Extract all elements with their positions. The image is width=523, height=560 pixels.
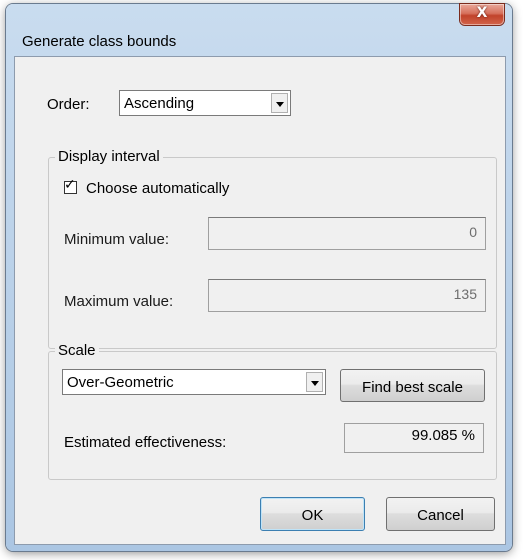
scale-legend: Scale xyxy=(55,342,99,359)
order-dropdown-value: Ascending xyxy=(124,95,195,112)
chevron-down-icon[interactable] xyxy=(306,372,323,392)
close-icon: X xyxy=(476,5,488,21)
estimated-effectiveness-value: 99.085 % xyxy=(411,427,475,444)
display-interval-legend: Display interval xyxy=(55,148,163,165)
choose-automatically-checkbox[interactable]: ✓ xyxy=(64,177,77,194)
order-dropdown[interactable]: Ascending xyxy=(119,90,291,116)
ok-button[interactable]: OK xyxy=(260,497,365,531)
find-best-scale-label: Find best scale xyxy=(362,379,463,396)
checkmark-icon: ✓ xyxy=(64,177,76,193)
scale-dropdown-value: Over-Geometric xyxy=(67,374,174,391)
maximum-value-field[interactable]: 135 xyxy=(208,279,486,312)
estimated-effectiveness-field: 99.085 % xyxy=(344,423,484,453)
scale-group: Scale Over-Geometric Find best scale Est… xyxy=(48,342,497,480)
estimated-effectiveness-label: Estimated effectiveness: xyxy=(64,434,227,451)
minimum-value-text: 0 xyxy=(469,224,477,240)
minimum-value-field[interactable]: 0 xyxy=(208,217,486,250)
scale-dropdown[interactable]: Over-Geometric xyxy=(62,369,326,395)
minimum-value-label: Minimum value: xyxy=(64,231,170,248)
cancel-button[interactable]: Cancel xyxy=(386,497,495,531)
dialog-window: Generate class bounds X Order: Ascending… xyxy=(6,4,512,551)
cancel-button-label: Cancel xyxy=(417,507,464,524)
find-best-scale-button[interactable]: Find best scale xyxy=(340,369,485,402)
maximum-value-label: Maximum value: xyxy=(64,293,174,310)
display-interval-group: Display interval ✓ Choose automatically … xyxy=(48,148,497,349)
ok-button-label: OK xyxy=(301,507,324,524)
dialog-title: Generate class bounds xyxy=(22,33,177,50)
title-bar: Generate class bounds X xyxy=(6,4,512,54)
maximum-value-text: 135 xyxy=(453,286,477,302)
dialog-client-area: Order: Ascending Display interval ✓ Choo… xyxy=(14,56,506,545)
chevron-down-icon[interactable] xyxy=(271,93,288,113)
close-button[interactable]: X xyxy=(460,4,504,25)
choose-automatically-label[interactable]: Choose automatically xyxy=(86,180,229,197)
order-label: Order: xyxy=(47,96,90,113)
